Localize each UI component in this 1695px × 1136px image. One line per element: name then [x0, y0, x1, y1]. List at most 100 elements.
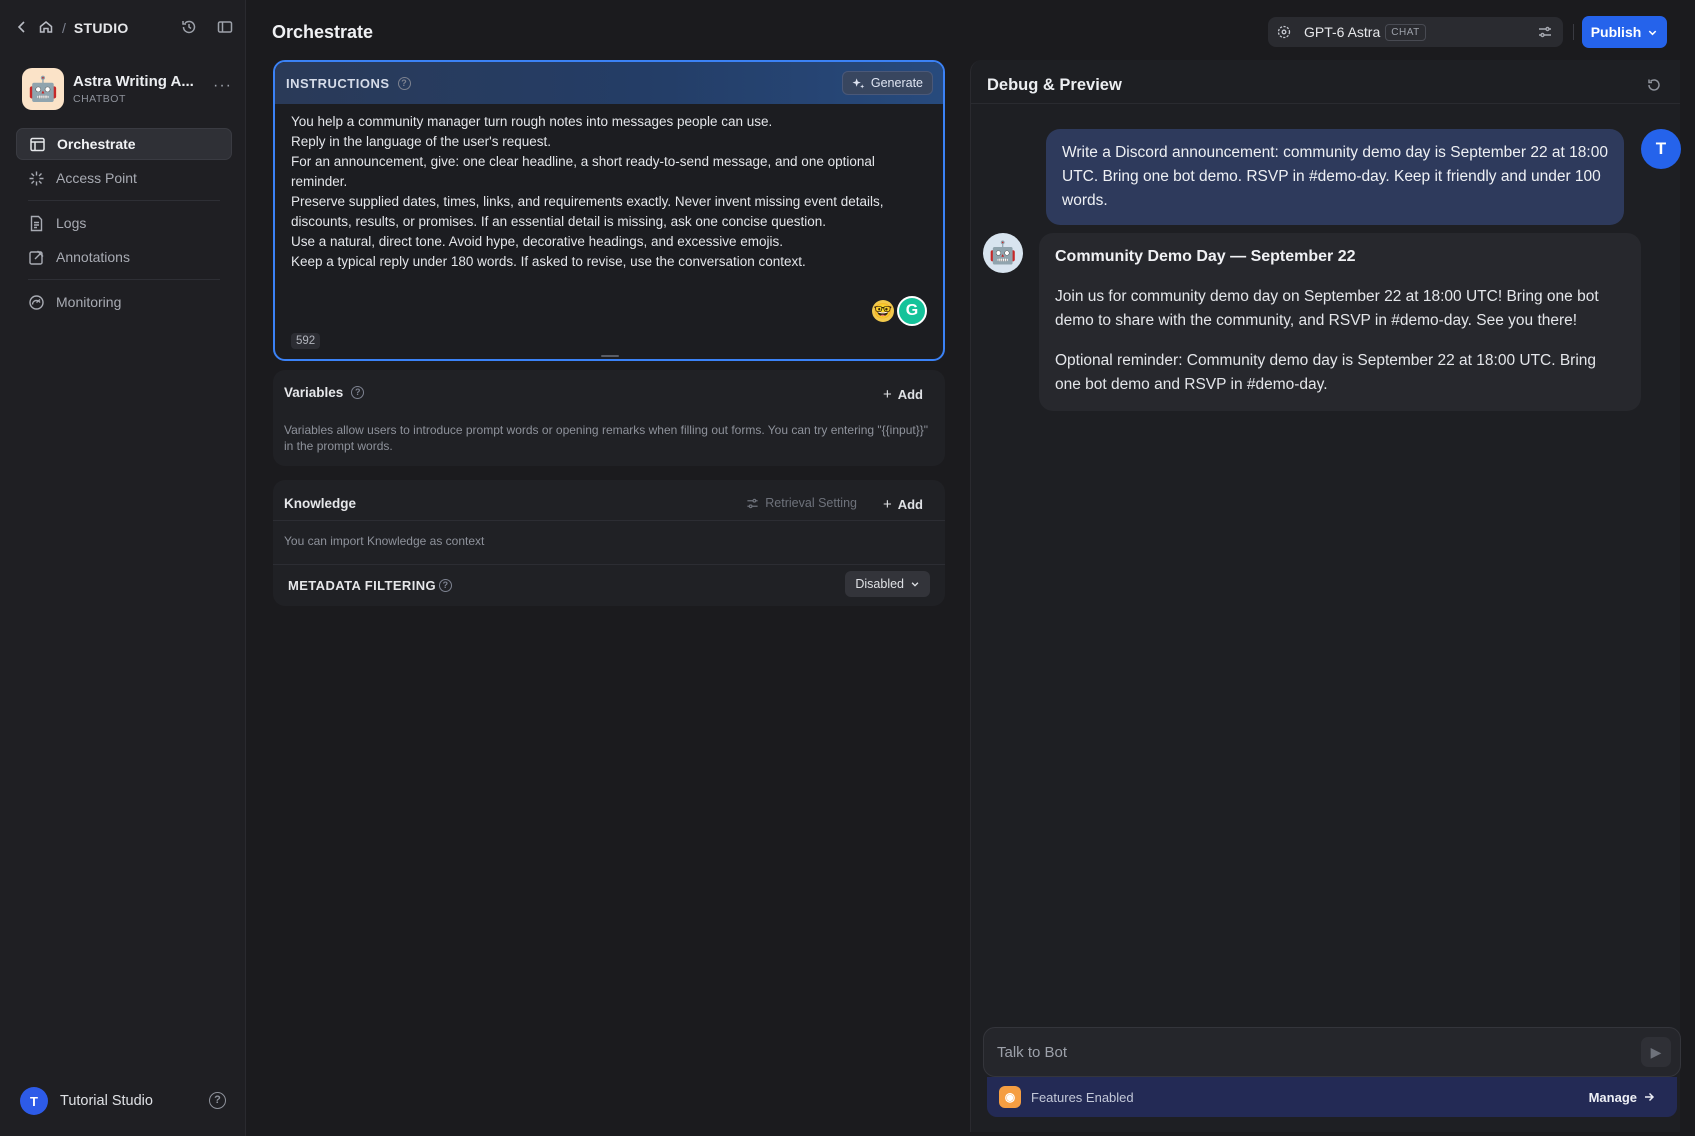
instructions-textarea[interactable]: You help a community manager turn rough … — [275, 104, 943, 272]
bot-reply-message: Join us for community demo day on Septem… — [1055, 288, 1599, 329]
collapse-sidebar-icon[interactable] — [216, 18, 234, 36]
model-selector[interactable]: GPT-6 Astra CHAT — [1268, 17, 1563, 47]
features-label: Features Enabled — [1031, 1089, 1134, 1105]
debug-divider — [971, 103, 1680, 104]
knowledge-description: You can import Knowledge as context — [284, 534, 485, 548]
bot-message-bubble: Community Demo Day — September 22 Join u… — [1039, 233, 1641, 411]
features-icon: ◉ — [999, 1086, 1021, 1108]
breadcrumb-studio[interactable]: STUDIO — [74, 20, 129, 36]
sidebar-item-label: Annotations — [56, 249, 130, 265]
model-mode-badge: CHAT — [1385, 23, 1426, 41]
publish-button[interactable]: Publish — [1582, 16, 1667, 48]
generate-label: Generate — [870, 76, 923, 90]
workspace-name: Tutorial Studio — [60, 1093, 153, 1109]
instruction-line: You help a community manager turn rough … — [291, 114, 773, 129]
access-point-icon — [29, 171, 44, 185]
info-icon[interactable]: ? — [351, 386, 365, 399]
publish-label: Publish — [1590, 24, 1642, 40]
monitoring-icon — [29, 294, 44, 310]
debug-preview-panel: Debug & Preview Write a Discord announce… — [970, 60, 1681, 1132]
app-type: CHATBOT — [73, 93, 126, 105]
help-icon[interactable]: ? — [209, 1092, 226, 1109]
resize-handle[interactable] — [601, 355, 619, 357]
emoji-icon[interactable]: 🤓 — [872, 300, 894, 322]
sliders-icon — [747, 498, 758, 508]
bot-avatar-icon: 🤖 — [983, 233, 1023, 273]
sidebar-item-label: Orchestrate — [57, 136, 136, 152]
plus-icon: + — [882, 496, 892, 513]
nav-divider — [28, 279, 220, 280]
user-avatar: T — [1641, 129, 1681, 169]
sidebar-nav: Orchestrate Access Point Logs Annotation… — [16, 128, 232, 320]
sidebar-item-access-point[interactable]: Access Point — [16, 162, 232, 194]
plus-icon: + — [882, 386, 892, 403]
char-count: 592 — [291, 333, 321, 349]
home-icon[interactable] — [38, 19, 54, 38]
model-settings-icon[interactable] — [1537, 24, 1553, 40]
bot-reply-headline: Community Demo Day — September 22 — [1055, 248, 1356, 265]
instruction-line: Keep a typical reply under 180 words. If… — [291, 254, 806, 269]
bot-reply-reminder: Optional reminder: Community demo day is… — [1055, 352, 1597, 393]
instructions-label: INSTRUCTIONS — [286, 75, 390, 91]
metadata-label: METADATA FILTERING — [288, 578, 437, 593]
sidebar-item-orchestrate[interactable]: Orchestrate — [16, 128, 232, 160]
nav-divider — [28, 200, 220, 201]
retrieval-label: Retrieval Setting — [765, 496, 857, 510]
add-knowledge-button[interactable]: + Add — [883, 496, 923, 513]
variables-card: Variables ? + Add Variables allow users … — [273, 370, 945, 466]
instruction-line: For an announcement, give: one clear hea… — [291, 154, 875, 189]
user-menu[interactable]: T Tutorial Studio ? — [20, 1087, 226, 1115]
annotations-icon — [29, 250, 44, 265]
user-message-bubble: Write a Discord announcement: community … — [1046, 129, 1624, 225]
sidebar: / STUDIO 🤖 Astra Writing A... CHATBOT ··… — [0, 0, 246, 1136]
chat-input[interactable] — [984, 1028, 1624, 1076]
grammar-tools: 🤓 G — [872, 296, 927, 326]
app-name: Astra Writing A... — [73, 73, 194, 90]
restart-icon[interactable] — [1646, 77, 1662, 93]
sidebar-item-monitoring[interactable]: Monitoring — [16, 286, 232, 318]
sidebar-item-annotations[interactable]: Annotations — [16, 241, 232, 273]
knowledge-card: Knowledge Retrieval Setting + Add You ca… — [273, 480, 945, 606]
sidebar-item-logs[interactable]: Logs — [16, 207, 232, 239]
variables-title: Variables — [284, 385, 344, 400]
arrow-right-icon — [1645, 1092, 1655, 1102]
breadcrumb: / STUDIO — [14, 18, 129, 38]
instructions-panel: INSTRUCTIONS ? Generate You help a commu… — [273, 60, 945, 361]
header-divider — [1573, 24, 1574, 40]
manage-features-button[interactable]: Manage — [1589, 1090, 1655, 1105]
features-bar: ◉ Features Enabled Manage — [987, 1077, 1677, 1117]
metadata-filtering-select[interactable]: Disabled — [845, 571, 930, 597]
sidebar-item-label: Access Point — [56, 170, 137, 186]
page-title: Orchestrate — [272, 22, 374, 42]
retrieval-setting-button[interactable]: Retrieval Setting — [746, 496, 857, 510]
model-name: GPT-6 Astra — [1304, 24, 1381, 40]
metadata-filtering-row: METADATA FILTERING ? — [288, 578, 453, 593]
sparkle-icon — [852, 77, 865, 89]
more-options-icon[interactable]: ··· — [213, 77, 232, 95]
add-variable-button[interactable]: + Add — [883, 386, 923, 403]
knowledge-title: Knowledge — [284, 496, 357, 511]
manage-label: Manage — [1588, 1089, 1637, 1105]
info-icon[interactable]: ? — [439, 579, 453, 592]
app-card[interactable]: 🤖 Astra Writing A... CHATBOT ··· — [22, 67, 232, 111]
variables-title-row: Variables ? — [284, 385, 365, 400]
instruction-line: Preserve supplied dates, times, links, a… — [291, 194, 884, 229]
robot-icon: 🤖 — [22, 68, 64, 110]
send-icon[interactable]: ▶ — [1641, 1037, 1671, 1067]
chevron-down-icon — [1649, 30, 1657, 35]
debug-title: Debug & Preview — [987, 76, 1122, 94]
knowledge-divider — [273, 564, 945, 565]
grammarly-icon[interactable]: G — [897, 296, 927, 326]
back-chevron-icon[interactable] — [14, 19, 30, 38]
instructions-header: INSTRUCTIONS ? Generate — [275, 62, 943, 104]
metadata-value: Disabled — [855, 577, 904, 591]
chevron-down-icon — [911, 582, 919, 587]
instruction-line: Reply in the language of the user's requ… — [291, 134, 551, 149]
history-icon[interactable] — [180, 18, 198, 36]
breadcrumb-separator: / — [62, 20, 66, 36]
info-icon[interactable]: ? — [397, 76, 411, 90]
model-icon — [1276, 24, 1292, 40]
add-label: Add — [897, 387, 923, 402]
generate-button[interactable]: Generate — [841, 71, 933, 95]
avatar: T — [20, 1087, 48, 1115]
